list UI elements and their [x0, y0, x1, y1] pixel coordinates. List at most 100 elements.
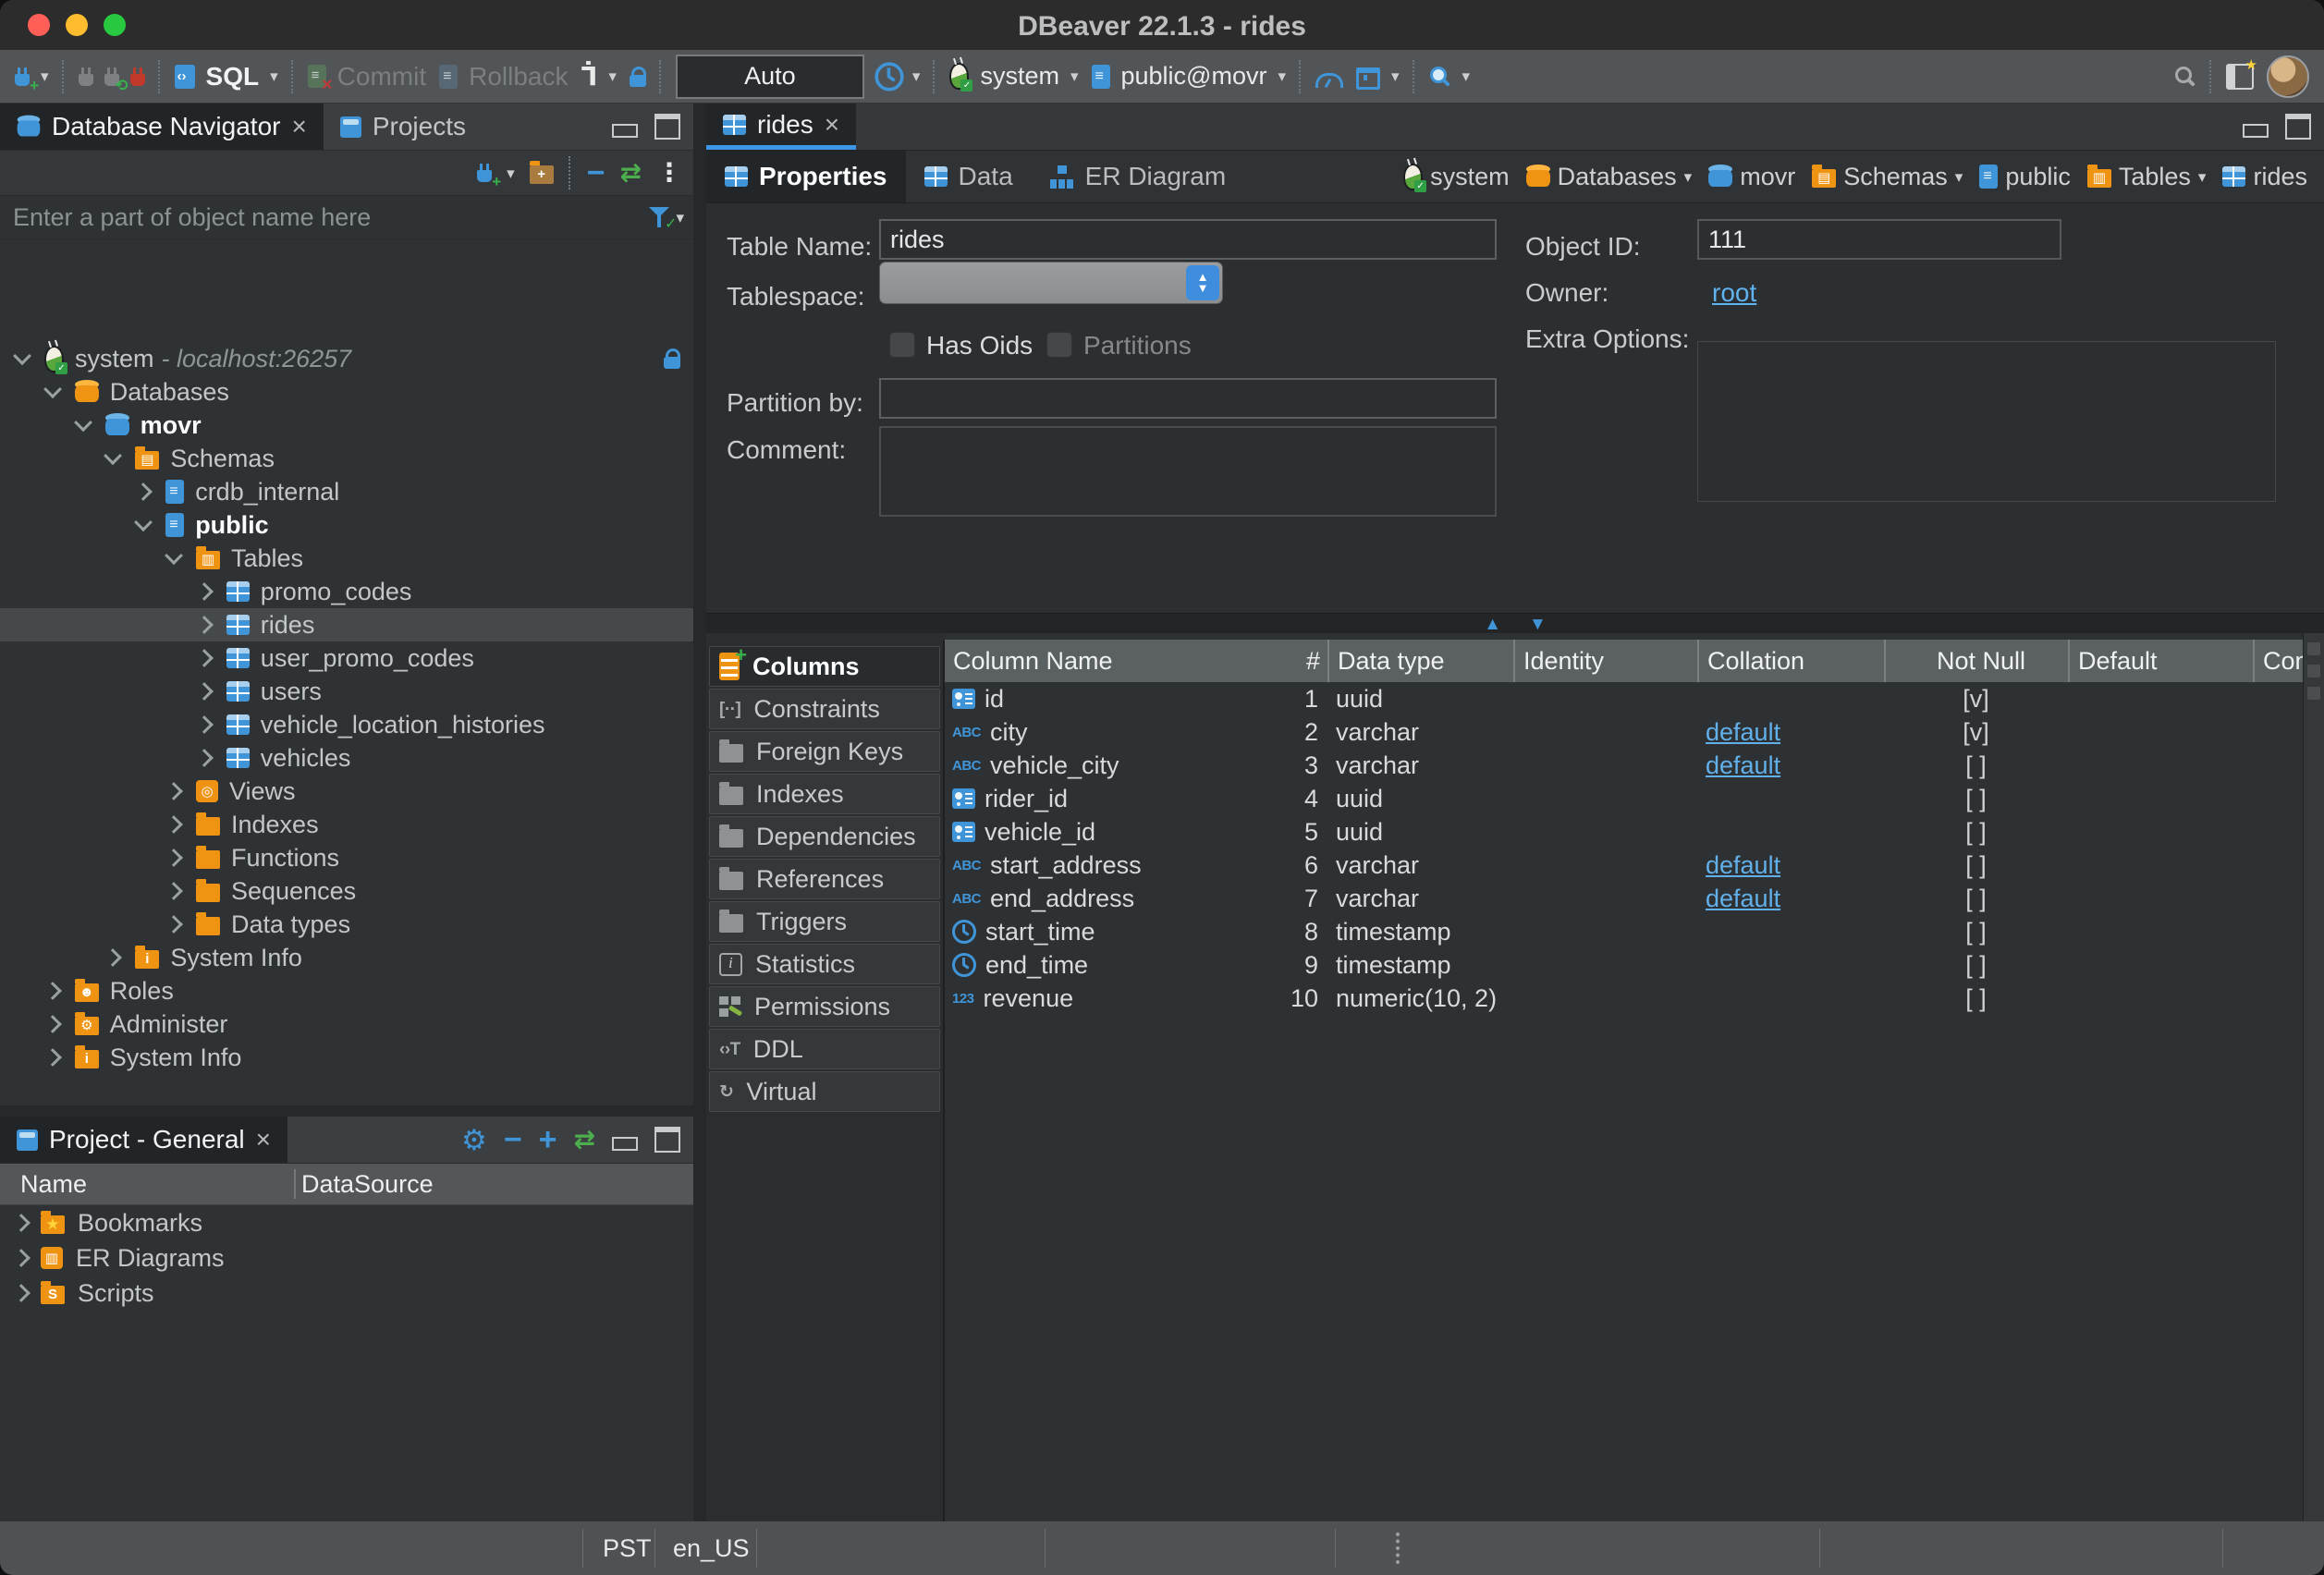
tree-item-crdb_internal[interactable]: crdb_internal	[0, 475, 693, 508]
breadcrumb-databases[interactable]: Databases▾	[1523, 163, 1696, 191]
splitter-down-icon[interactable]: ▼	[1529, 616, 1547, 633]
has-oids-checkbox[interactable]	[889, 332, 915, 358]
side-tab-columns[interactable]: Columns	[709, 646, 940, 687]
chevron-right-icon[interactable]	[195, 582, 214, 601]
chevron-right-icon[interactable]	[12, 1249, 31, 1267]
partitions-checkbox[interactable]	[1046, 332, 1072, 358]
subtab-er-diagram[interactable]: ER Diagram	[1032, 151, 1244, 202]
tree-item-views[interactable]: Views	[0, 775, 693, 808]
collapse-all-icon[interactable]: −	[587, 157, 605, 189]
breadcrumb-system[interactable]: system	[1400, 163, 1513, 191]
side-tab-virtual[interactable]: ↻Virtual	[709, 1071, 940, 1112]
grid-header-default[interactable]: Default	[2068, 640, 2253, 682]
close-icon[interactable]: ×	[825, 112, 839, 138]
tree-item-data-types[interactable]: Data types	[0, 908, 693, 941]
chevron-down-icon[interactable]: ▾	[1684, 169, 1693, 185]
tree-item-vehicle_location_histories[interactable]: vehicle_location_histories	[0, 708, 693, 741]
maximize-view-icon[interactable]	[654, 114, 680, 140]
navigator-filter[interactable]: Enter a part of object name here ✓ ▾	[0, 196, 693, 239]
extra-options-box[interactable]	[1697, 341, 2276, 502]
grid-header-#[interactable]: #	[1142, 640, 1327, 682]
collation-link[interactable]: default	[1697, 718, 1780, 747]
tree-item-sequences[interactable]: Sequences	[0, 874, 693, 908]
subtab-properties[interactable]: Properties	[706, 151, 906, 202]
tree-item-rides[interactable]: rides	[0, 608, 693, 641]
grid-header-column-name[interactable]: Column Name	[945, 640, 1142, 682]
tree-item-promo_codes[interactable]: promo_codes	[0, 575, 693, 608]
chevron-right-icon[interactable]	[165, 849, 183, 867]
subtab-data[interactable]: Data	[906, 151, 1032, 202]
comment-textarea[interactable]	[879, 426, 1497, 517]
minimize-editor-icon[interactable]	[2243, 124, 2269, 138]
chevron-right-icon[interactable]	[134, 482, 153, 501]
tree-item-administer[interactable]: Administer	[0, 1007, 693, 1041]
chevron-down-icon[interactable]	[43, 380, 62, 398]
filter-funnel-icon[interactable]: ✓	[648, 207, 670, 227]
breadcrumb-public[interactable]: public	[1975, 163, 2074, 191]
side-tab-ddl[interactable]: ‹›TDDL	[709, 1029, 940, 1069]
breadcrumb-schemas[interactable]: Schemas▾	[1808, 163, 1966, 191]
commit-button[interactable]: Commit	[308, 62, 426, 92]
grid-header-collation[interactable]: Collation	[1697, 640, 1884, 682]
tree-item-public[interactable]: public	[0, 508, 693, 542]
grid-header-comm[interactable]: Comm	[2253, 640, 2304, 682]
chevron-right-icon[interactable]	[195, 616, 214, 634]
side-tab-dependencies[interactable]: Dependencies	[709, 816, 940, 857]
column-row-rider_id[interactable]: rider_id4uuid[ ]	[945, 782, 2304, 815]
chevron-down-icon[interactable]: ▾	[2198, 169, 2207, 185]
side-tab-constraints[interactable]: [··]Constraints	[709, 689, 940, 729]
close-icon[interactable]: ×	[256, 1127, 271, 1153]
editor-tab-rides[interactable]: rides ×	[706, 104, 856, 150]
tree-item-roles[interactable]: Roles	[0, 974, 693, 1007]
breadcrumb-rides[interactable]: rides	[2219, 163, 2311, 191]
close-icon[interactable]: ×	[291, 114, 306, 140]
chevron-right-icon[interactable]	[43, 1015, 62, 1033]
chevron-right-icon[interactable]	[195, 749, 214, 767]
maximize-view-icon[interactable]	[654, 1127, 680, 1153]
grid-header-data-type[interactable]: Data type	[1327, 640, 1513, 682]
not-null-cell[interactable]: [ ]	[1884, 918, 2068, 946]
chevron-right-icon[interactable]	[195, 682, 214, 701]
tab-project-general[interactable]: Project - General ×	[0, 1117, 287, 1163]
reconnect-plug-icon[interactable]	[104, 74, 119, 86]
partition-by-input[interactable]	[879, 378, 1497, 419]
project-item-er-diagrams[interactable]: ER Diagrams	[0, 1240, 693, 1276]
column-row-city[interactable]: ABCcity2varchardefault[v]	[945, 715, 2304, 749]
transaction-history-button[interactable]: ▾	[877, 65, 921, 89]
rollback-button[interactable]: Rollback	[439, 62, 568, 92]
project-item-bookmarks[interactable]: Bookmarks	[0, 1205, 693, 1240]
panel-splitter[interactable]	[693, 104, 706, 1521]
chevron-right-icon[interactable]	[195, 715, 214, 734]
tree-item-databases[interactable]: Databases	[0, 375, 693, 409]
chevron-down-icon[interactable]	[74, 413, 92, 432]
tree-item-tables[interactable]: Tables	[0, 542, 693, 575]
chevron-right-icon[interactable]	[12, 1214, 31, 1232]
sql-dropdown-icon[interactable]: ▾	[270, 68, 278, 84]
chevron-right-icon[interactable]	[165, 782, 183, 800]
tree-item-user_promo_codes[interactable]: user_promo_codes	[0, 641, 693, 675]
active-schema-selector[interactable]: public@movr ▾	[1092, 62, 1287, 91]
expand-all-icon[interactable]: +	[539, 1124, 557, 1155]
products-button[interactable]: ▾	[1356, 64, 1400, 90]
view-menu-icon[interactable]: ⋮	[656, 160, 682, 186]
tree-item-users[interactable]: users	[0, 675, 693, 708]
maximize-editor-icon[interactable]	[2285, 114, 2311, 140]
chevron-right-icon[interactable]	[165, 915, 183, 934]
gear-icon[interactable]: ⚙	[461, 1126, 487, 1154]
link-with-editor-icon[interactable]: ⇄	[574, 1127, 595, 1153]
tree-item-schemas[interactable]: Schemas	[0, 442, 693, 475]
not-null-cell[interactable]: [ ]	[1884, 751, 2068, 780]
form-grid-splitter[interactable]: ▲ ▼	[706, 613, 2324, 634]
chevron-down-icon[interactable]	[165, 546, 183, 565]
tree-item-functions[interactable]: Functions	[0, 841, 693, 874]
chevron-right-icon[interactable]	[12, 1284, 31, 1302]
column-row-vehicle_city[interactable]: ABCvehicle_city3varchardefault[ ]	[945, 749, 2304, 782]
sql-editor-button[interactable]: SQL ▾	[175, 62, 278, 92]
side-tab-triggers[interactable]: Triggers	[709, 901, 940, 942]
avatar[interactable]	[2267, 55, 2309, 98]
chevron-right-icon[interactable]	[165, 815, 183, 834]
column-header-datasource[interactable]: DataSource	[301, 1170, 434, 1199]
active-connection-selector[interactable]: system ▾	[949, 62, 1078, 91]
chevron-down-icon[interactable]	[13, 347, 31, 365]
new-folder-icon[interactable]	[530, 165, 554, 184]
